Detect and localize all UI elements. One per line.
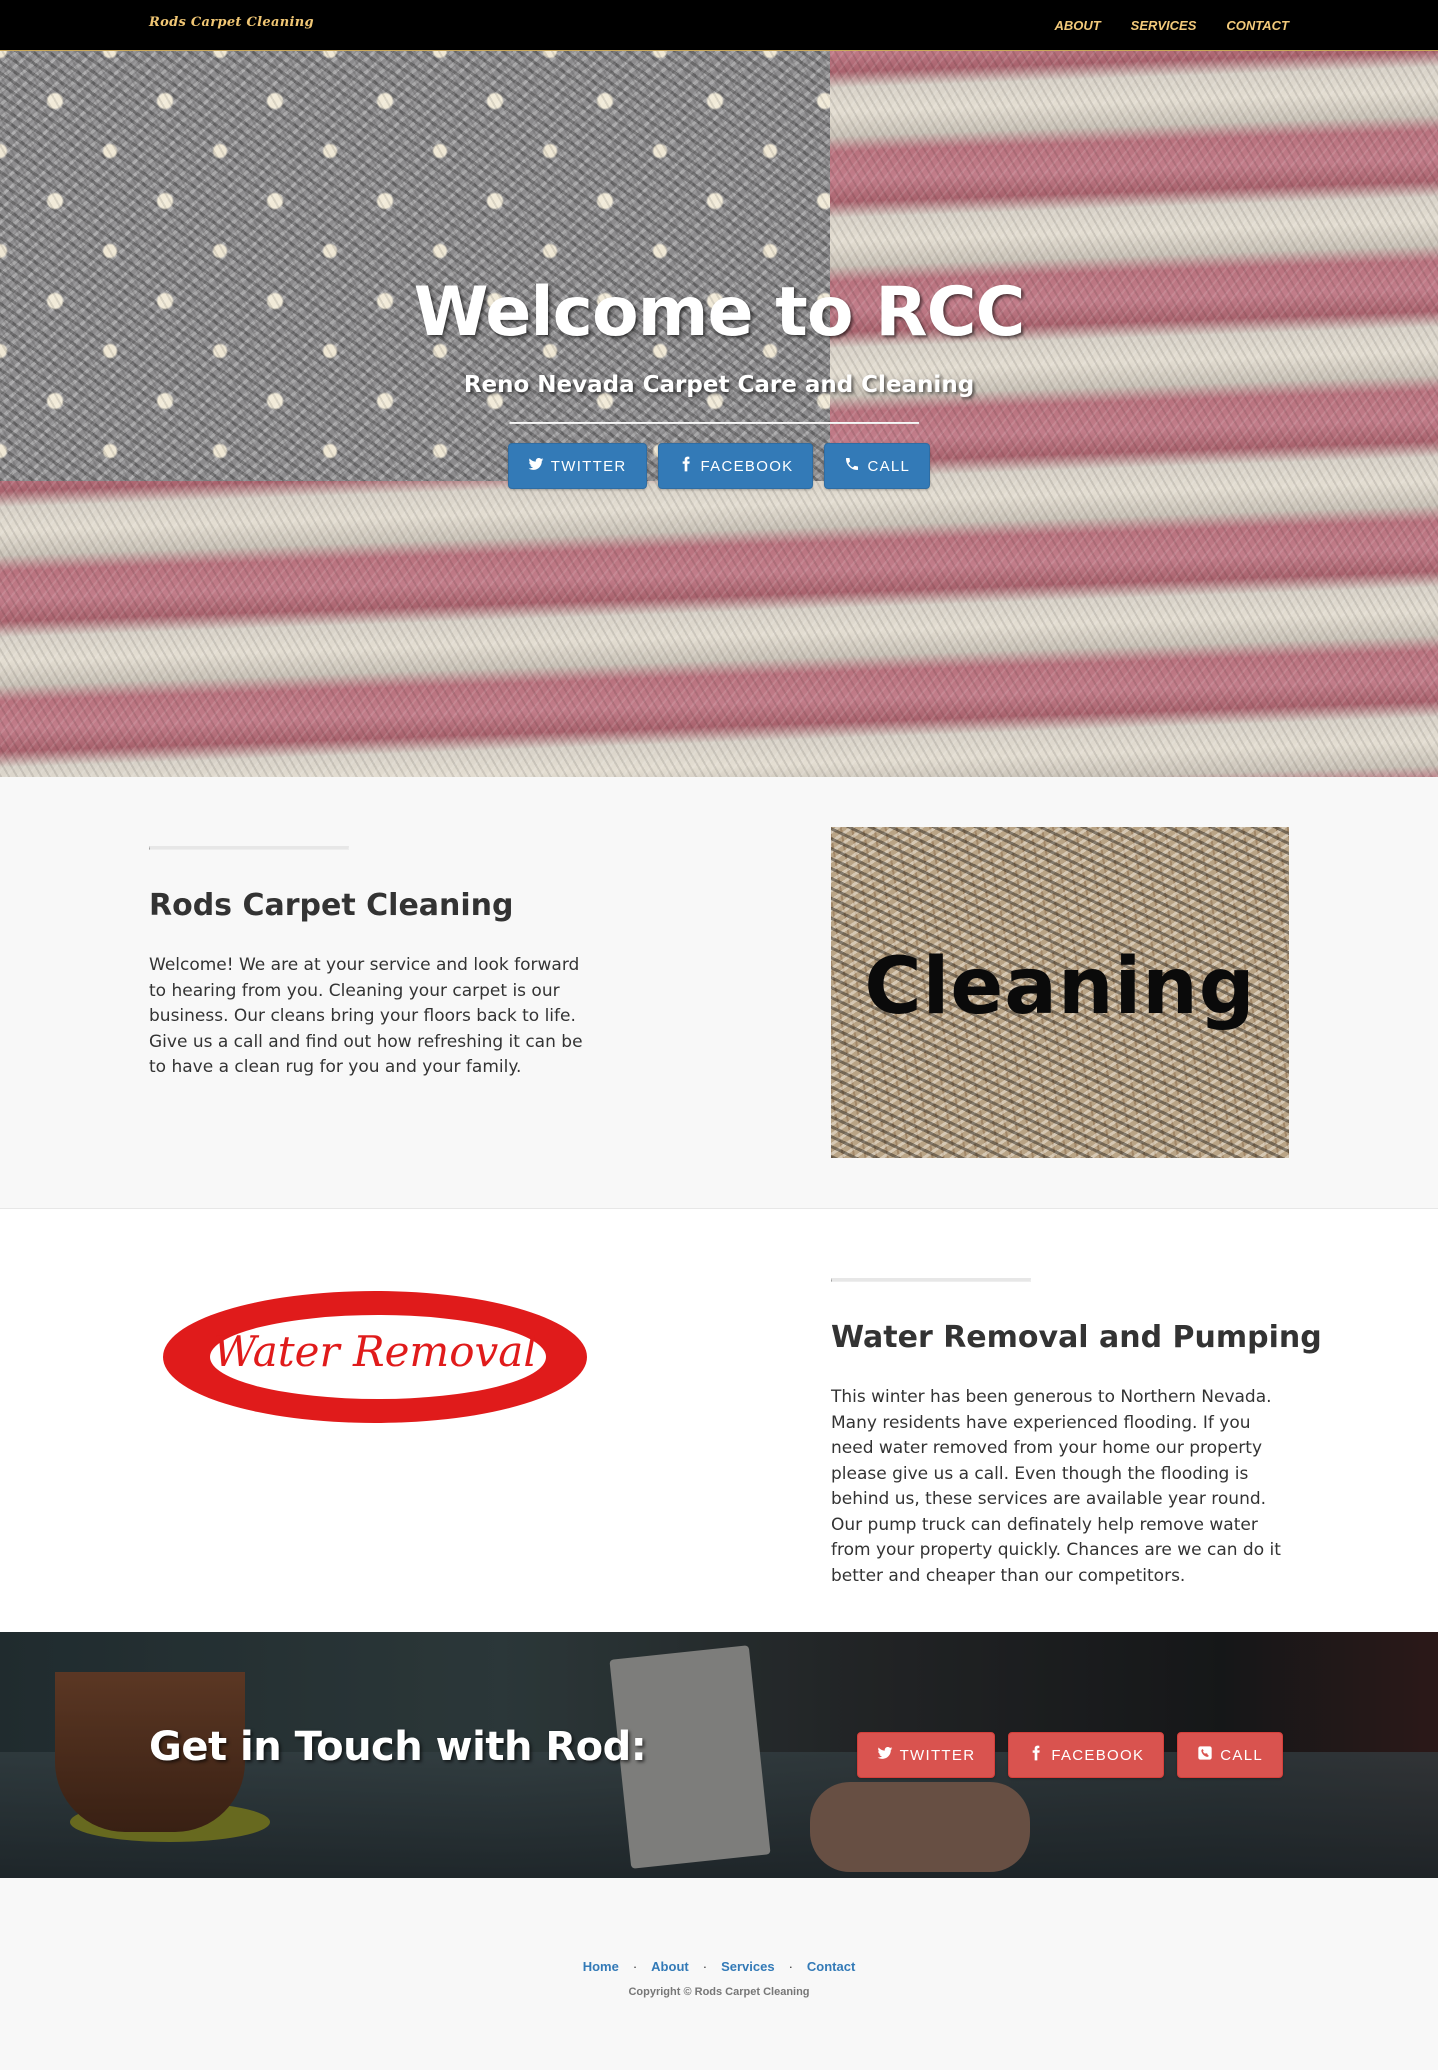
cleaning-image-text: Cleaning <box>864 942 1256 1032</box>
cleaning-section: Rods Carpet Cleaning Welcome! We are at … <box>0 777 1438 1209</box>
brand-logo[interactable]: Rods Carpet Cleaning <box>149 15 314 30</box>
water-removal-logo: Water Removal <box>150 1279 600 1435</box>
nav-links: About Services Contact <box>1054 0 1289 51</box>
banner-call-button[interactable]: Call <box>1177 1732 1283 1778</box>
heading-spacer <box>831 1278 1031 1282</box>
banner-twitter-label: Twitter <box>899 1746 976 1764</box>
cleaning-description: Welcome! We are at your service and look… <box>149 955 583 1077</box>
banner-social-buttons: Twitter Facebook Call <box>856 1732 1283 1778</box>
water-removal-section: Water Removal Water Removal and Pumping … <box>0 1209 1438 1632</box>
hero-carpet-texture <box>0 51 1438 777</box>
phone-square-icon <box>1197 1745 1213 1765</box>
water-description: This winter has been generous to Norther… <box>831 1387 1281 1586</box>
footer-link-home[interactable]: Home <box>583 1959 619 1974</box>
footer-separator: · <box>702 1959 708 1974</box>
hero-call-button[interactable]: Call <box>824 443 931 489</box>
cleaning-image: Cleaning <box>831 827 1289 1158</box>
footer-link-services[interactable]: Services <box>721 1959 775 1974</box>
hero-facebook-button[interactable]: Facebook <box>657 443 814 489</box>
twitter-icon <box>877 1745 893 1765</box>
hero-twitter-label: Twitter <box>550 457 627 475</box>
hero-social-buttons: Twitter Facebook Call <box>0 443 1438 489</box>
heading-spacer <box>149 846 349 850</box>
hero-subtitle: Reno Nevada Carpet Care and Cleaning <box>463 372 975 398</box>
hero-call-label: Call <box>867 457 911 475</box>
nav-link-contact[interactable]: Contact <box>1226 18 1289 33</box>
footer-link-about[interactable]: About <box>651 1959 689 1974</box>
contact-banner: Get in Touch with Rod: Twitter Facebook … <box>0 1632 1438 1878</box>
nav-link-services[interactable]: Services <box>1131 18 1197 33</box>
footer-links: Home · About · Services · Contact <box>0 1959 1438 1974</box>
banner-title: Get in Touch with Rod: <box>149 1724 647 1770</box>
footer-link-contact[interactable]: Contact <box>807 1959 855 1974</box>
cleaning-heading: Rods Carpet Cleaning <box>149 888 514 923</box>
banner-facebook-button[interactable]: Facebook <box>1008 1732 1165 1778</box>
banner-twitter-button[interactable]: Twitter <box>856 1732 996 1778</box>
water-heading: Water Removal and Pumping <box>831 1320 1322 1355</box>
hero-divider <box>509 422 919 424</box>
facebook-icon <box>678 456 694 476</box>
water-removal-logo-text: Water Removal <box>213 1327 537 1376</box>
hero-section: Welcome to RCC Reno Nevada Carpet Care a… <box>0 51 1438 777</box>
banner-facebook-label: Facebook <box>1051 1746 1145 1764</box>
twitter-icon <box>528 456 544 476</box>
footer-separator: · <box>632 1959 638 1974</box>
banner-call-label: Call <box>1220 1746 1263 1764</box>
phone-icon <box>844 456 860 476</box>
page-footer: Home · About · Services · Contact Copyri… <box>0 1878 1438 2070</box>
nav-link-about[interactable]: About <box>1054 18 1100 33</box>
footer-separator: · <box>788 1959 793 1974</box>
hero-facebook-label: Facebook <box>700 457 794 475</box>
facebook-icon <box>1028 1745 1044 1765</box>
hero-title: Welcome to RCC <box>413 273 1026 352</box>
top-navbar: Rods Carpet Cleaning About Services Cont… <box>0 0 1438 51</box>
copyright-text: Copyright © Rods Carpet Cleaning <box>628 1986 810 1998</box>
hero-twitter-button[interactable]: Twitter <box>507 443 647 489</box>
